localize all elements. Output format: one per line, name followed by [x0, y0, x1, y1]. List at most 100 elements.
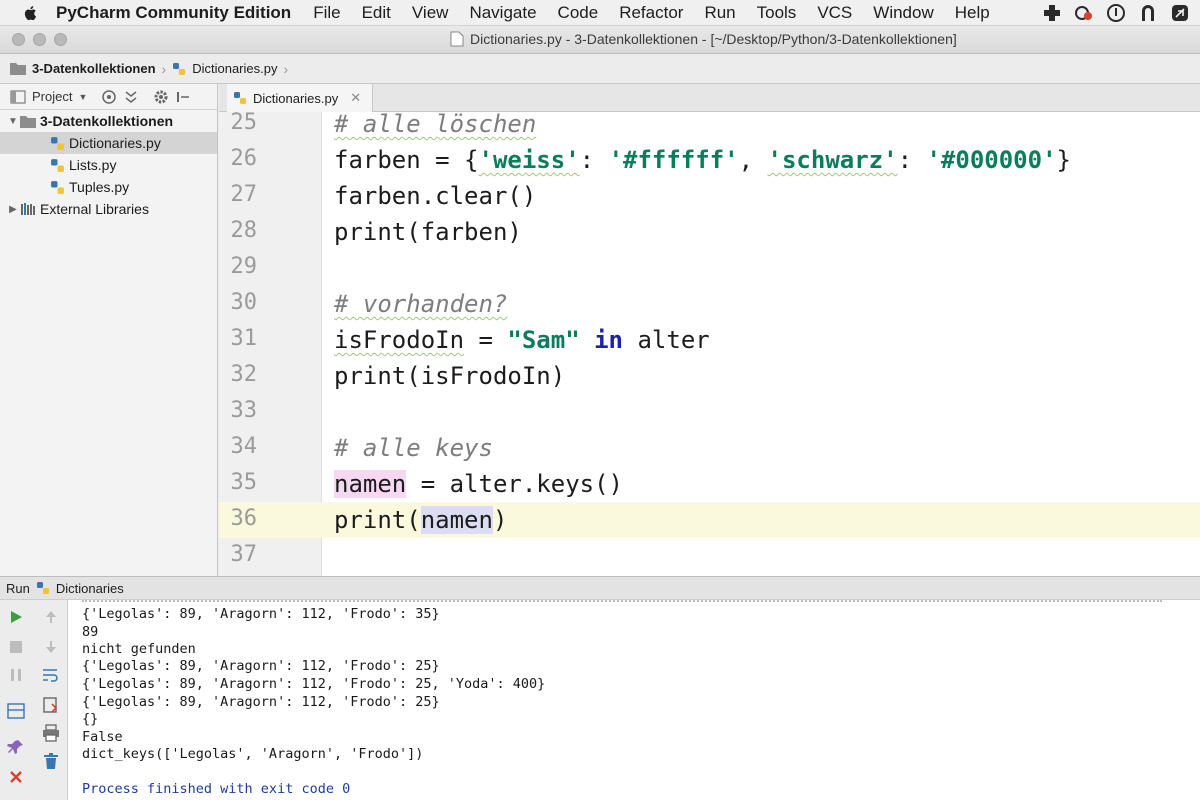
scroll-from-source-icon[interactable] — [101, 89, 117, 105]
menu-help[interactable]: Help — [955, 3, 990, 23]
line-number: 36 — [230, 506, 258, 531]
code-line-36-current[interactable]: 36 print(namen) — [219, 502, 1200, 538]
window-title-text: Dictionaries.py - 3-Datenkollektionen - … — [470, 31, 957, 47]
project-tool-window: Project ▼ ▼ 3-Datenkollektionen Dictiona… — [0, 84, 218, 576]
tree-item-lists[interactable]: Lists.py — [0, 154, 217, 176]
operator-token: = { — [420, 146, 479, 174]
print-button[interactable] — [40, 722, 62, 744]
apple-icon[interactable] — [22, 4, 40, 22]
scroll-to-end-button[interactable] — [40, 694, 62, 716]
editor-tab-dictionaries[interactable]: Dictionaries.py ✕ — [227, 84, 373, 112]
code-text: # vorhanden? — [334, 290, 507, 318]
code-text: namen = alter.keys() — [334, 470, 623, 498]
string-token: '#ffffff' — [608, 146, 739, 174]
menu-view[interactable]: View — [412, 3, 449, 23]
code-line-26[interactable]: 26 farben = {'weiss': '#ffffff', 'schwar… — [219, 142, 1200, 178]
console-line: {} — [82, 711, 99, 727]
identifier-token: farben — [334, 146, 421, 174]
code-text: print(isFrodoIn) — [334, 362, 566, 390]
breadcrumb-file[interactable]: Dictionaries.py — [172, 61, 277, 76]
identifier-token: namen — [420, 506, 493, 534]
play-icon — [11, 611, 22, 623]
feather-icon[interactable] — [1170, 3, 1190, 23]
code-text: isFrodoIn = "Sam" in alter — [334, 326, 710, 354]
code-line-29[interactable]: 29 — [219, 250, 1200, 286]
window-close-button[interactable] — [12, 33, 25, 46]
project-view-selector[interactable]: Project — [32, 89, 72, 104]
scroll-up-button[interactable] — [40, 606, 62, 628]
restore-layout-button[interactable] — [5, 700, 27, 722]
string-token: '#000000' — [926, 146, 1057, 174]
cloud-sync-icon[interactable] — [1074, 3, 1094, 23]
menu-window[interactable]: Window — [873, 3, 933, 23]
line-number: 33 — [230, 398, 258, 423]
app-name-menu[interactable]: PyCharm Community Edition — [56, 3, 291, 23]
chevron-down-icon[interactable]: ▼ — [6, 116, 20, 127]
menu-file[interactable]: File — [313, 3, 340, 23]
code-line-35[interactable]: 35 namen = alter.keys() — [219, 466, 1200, 502]
line-number: 29 — [230, 254, 258, 279]
menu-navigate[interactable]: Navigate — [469, 3, 536, 23]
python-file-icon — [234, 92, 246, 104]
operator-token: ) — [492, 506, 508, 534]
close-run-tab-button[interactable] — [5, 766, 27, 788]
menu-code[interactable]: Code — [558, 3, 599, 23]
identifier-token: alter — [623, 326, 710, 354]
tree-item-project-folder[interactable]: ▼ 3-Datenkollektionen — [0, 110, 217, 132]
pin-tab-button[interactable] — [5, 736, 27, 758]
console-line: {'Legolas': 89, 'Aragorn': 112, 'Frodo':… — [82, 694, 440, 710]
code-line-25[interactable]: 25 # alle löschen — [219, 112, 1200, 142]
string-token: 'weiss' — [478, 146, 580, 174]
soft-wrap-button[interactable] — [40, 664, 62, 686]
info-icon[interactable] — [1106, 3, 1126, 23]
code-line-34[interactable]: 34 # alle keys — [219, 430, 1200, 466]
menu-tools[interactable]: Tools — [757, 3, 797, 23]
code-text: print(farben) — [334, 218, 522, 246]
gear-icon[interactable] — [153, 89, 169, 105]
collapse-all-icon[interactable] — [123, 89, 139, 105]
window-zoom-button[interactable] — [54, 33, 67, 46]
tree-item-tuples[interactable]: Tuples.py — [0, 176, 217, 198]
code-line-28[interactable]: 28 print(farben) — [219, 214, 1200, 250]
scroll-down-button[interactable] — [40, 636, 62, 658]
comment-token: # alle keys — [334, 434, 493, 462]
breadcrumb-folder[interactable]: 3-Datenkollektionen — [10, 61, 156, 76]
chevron-down-icon[interactable]: ▼ — [78, 92, 87, 102]
code-editor[interactable]: 25 # alle löschen 26 farben = {'weiss': … — [219, 112, 1200, 576]
rerun-button[interactable] — [5, 606, 27, 628]
window-minimize-button[interactable] — [33, 33, 46, 46]
code-text: # alle keys — [334, 434, 493, 462]
stop-button[interactable] — [5, 636, 27, 658]
console-line: dict_keys(['Legolas', 'Aragorn', 'Frodo'… — [82, 746, 424, 762]
code-line-33[interactable]: 33 — [219, 394, 1200, 430]
close-icon[interactable]: ✕ — [350, 90, 361, 106]
code-rest: print( — [334, 506, 421, 534]
code-line-27[interactable]: 27 farben.clear() — [219, 178, 1200, 214]
clear-all-button[interactable] — [40, 750, 62, 772]
console-line: nicht gefunden — [82, 641, 196, 657]
menu-run[interactable]: Run — [704, 3, 735, 23]
run-config-tab[interactable]: Dictionaries — [56, 581, 124, 596]
code-line-32[interactable]: 32 print(isFrodoIn) — [219, 358, 1200, 394]
tree-item-external-libraries[interactable]: ▶ External Libraries — [0, 198, 217, 220]
chevron-right-icon[interactable]: ▶ — [6, 204, 20, 215]
operator-token: : — [579, 146, 609, 174]
menu-edit[interactable]: Edit — [362, 3, 391, 23]
vpn-icon[interactable] — [1138, 3, 1158, 23]
code-line-37[interactable]: 37 — [219, 538, 1200, 574]
run-panel-label: Run — [6, 580, 30, 596]
line-number: 26 — [230, 146, 258, 171]
line-number: 37 — [230, 542, 258, 567]
hide-panel-icon[interactable] — [175, 89, 191, 105]
clipped-previous-output — [82, 600, 1162, 602]
tree-item-dictionaries[interactable]: Dictionaries.py — [0, 132, 217, 154]
pause-button[interactable] — [5, 664, 27, 686]
breadcrumb-file-label: Dictionaries.py — [192, 61, 278, 76]
print-icon — [43, 724, 59, 742]
run-console[interactable]: {'Legolas': 89, 'Aragorn': 112, 'Frodo':… — [68, 600, 1200, 800]
menu-refactor[interactable]: Refactor — [619, 3, 683, 23]
menu-vcs[interactable]: VCS — [817, 3, 852, 23]
code-line-31[interactable]: 31 isFrodoIn = "Sam" in alter — [219, 322, 1200, 358]
plus-puzzle-icon[interactable] — [1042, 3, 1062, 23]
code-line-30[interactable]: 30 # vorhanden? — [219, 286, 1200, 322]
